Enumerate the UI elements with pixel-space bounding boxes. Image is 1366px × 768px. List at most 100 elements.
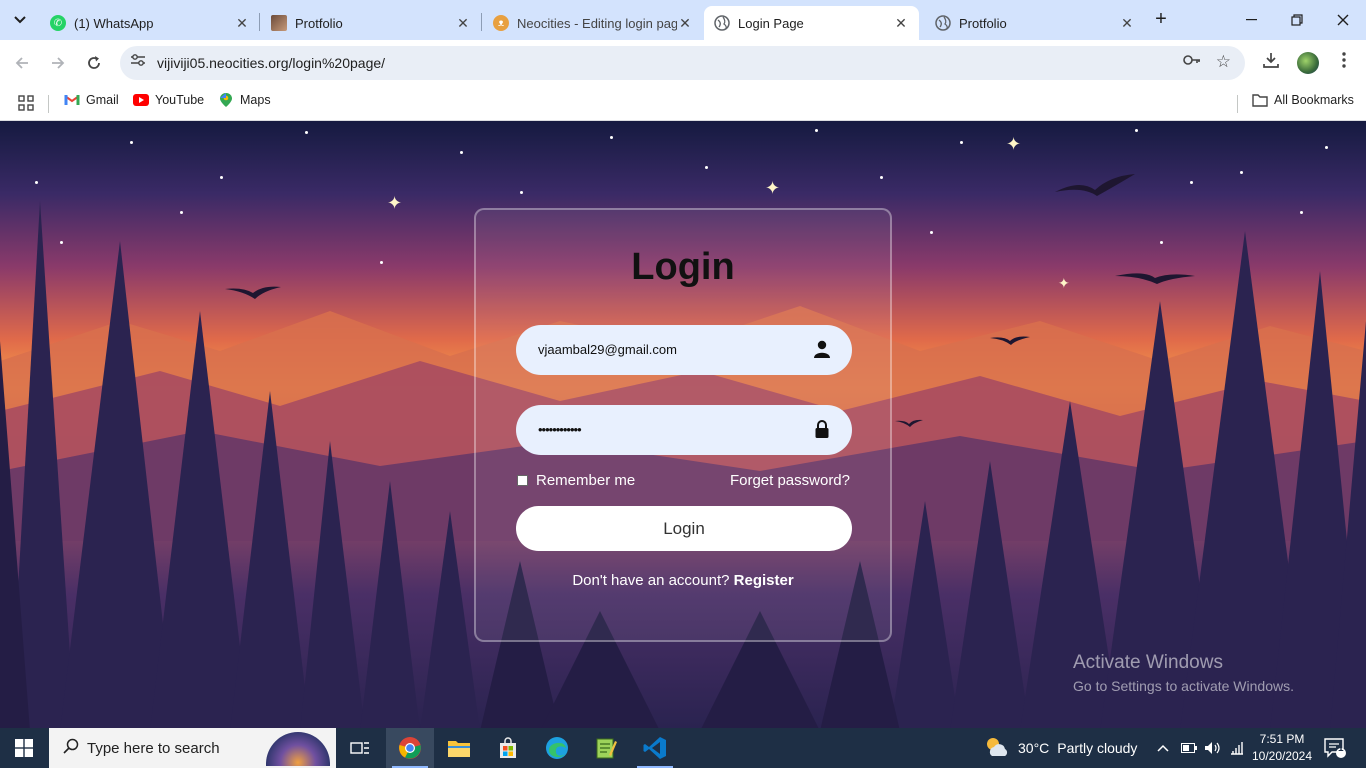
menu-kebab-icon[interactable] bbox=[1337, 51, 1351, 74]
bookmark-star-icon[interactable]: ☆ bbox=[1216, 52, 1231, 72]
portfolio-thumb-icon bbox=[271, 15, 287, 31]
lock-icon bbox=[814, 419, 830, 439]
bookmarks-bar: Gmail YouTube Maps All Bookmarks bbox=[0, 86, 1366, 121]
activate-title: Activate Windows bbox=[1073, 652, 1223, 673]
login-card: Login vjaambal29@gmail.com •••••••••••• … bbox=[474, 208, 892, 642]
login-page-viewport: ✦ ✦ ✦ ✦ Login vjaambal29@gmail.com •••••… bbox=[0, 121, 1366, 728]
battery-icon[interactable] bbox=[1181, 728, 1197, 768]
notifications-icon[interactable]: 1 bbox=[1324, 728, 1346, 768]
tab-divider bbox=[481, 13, 482, 31]
password-value[interactable]: •••••••••••• bbox=[538, 422, 582, 437]
apps-grid-icon[interactable] bbox=[18, 95, 34, 111]
login-heading: Login bbox=[631, 246, 735, 288]
minimize-icon[interactable] bbox=[1228, 0, 1274, 40]
tab-title: Login Page bbox=[738, 15, 804, 31]
tab-login-page[interactable]: Login Page ✕ bbox=[704, 6, 919, 40]
password-field[interactable]: •••••••••••• bbox=[516, 405, 852, 455]
activate-subtitle: Go to Settings to activate Windows. bbox=[1073, 678, 1294, 694]
close-tab-icon[interactable]: ✕ bbox=[1119, 15, 1135, 32]
search-placeholder: Type here to search bbox=[87, 739, 220, 757]
new-tab-plus-icon[interactable]: + bbox=[1150, 9, 1172, 31]
email-field[interactable]: vjaambal29@gmail.com bbox=[516, 325, 852, 375]
close-tab-icon[interactable]: ✕ bbox=[455, 15, 471, 32]
forget-password-link[interactable]: Forget password? bbox=[730, 472, 850, 489]
site-info-tune-icon[interactable] bbox=[128, 53, 148, 73]
globe-icon bbox=[935, 15, 951, 31]
tab-whatsapp[interactable]: ✆ (1) WhatsApp ✕ bbox=[40, 6, 260, 40]
profile-avatar[interactable] bbox=[1297, 52, 1319, 74]
weather-temp: 30°C bbox=[1018, 740, 1050, 756]
browser-toolbar: vijiviji05.neocities.org/login%20page/ ☆ bbox=[0, 40, 1366, 86]
bird-silhouette-icon bbox=[1115, 266, 1195, 292]
password-key-icon[interactable] bbox=[1183, 53, 1201, 69]
folder-icon bbox=[1252, 92, 1268, 108]
email-value[interactable]: vjaambal29@gmail.com bbox=[538, 342, 677, 357]
tab-neocities[interactable]: ᴥ Neocities - Editing login pag ✕ bbox=[483, 6, 703, 40]
tab-portfolio-1[interactable]: Protfolio ✕ bbox=[261, 6, 481, 40]
tab-title: Neocities - Editing login pag bbox=[517, 15, 677, 31]
tab-title: (1) WhatsApp bbox=[74, 15, 154, 31]
globe-icon bbox=[714, 15, 730, 31]
activate-windows-watermark: Activate Windows Go to Settings to activ… bbox=[1073, 652, 1294, 694]
forward-arrow-icon[interactable] bbox=[45, 50, 71, 76]
remember-me-checkbox[interactable] bbox=[517, 475, 528, 486]
bookmark-label: Maps bbox=[240, 93, 271, 107]
all-bookmarks-button[interactable]: All Bookmarks bbox=[1252, 92, 1354, 108]
bookmark-youtube[interactable]: YouTube bbox=[133, 92, 204, 108]
restore-icon[interactable] bbox=[1274, 0, 1320, 40]
remember-me-label: Remember me bbox=[536, 472, 636, 489]
tab-divider bbox=[259, 13, 260, 31]
weather-widget[interactable]: 30°C Partly cloudy bbox=[984, 728, 1137, 768]
notification-count-badge: 1 bbox=[1338, 743, 1344, 754]
bookmark-divider bbox=[48, 95, 49, 113]
url-text[interactable]: vijiviji05.neocities.org/login%20page/ bbox=[157, 55, 385, 71]
windows-taskbar: Type here to search 30°C Partly cloudy 7… bbox=[0, 728, 1366, 768]
back-arrow-icon[interactable] bbox=[9, 50, 35, 76]
whatsapp-icon: ✆ bbox=[50, 15, 66, 31]
address-bar[interactable]: vijiviji05.neocities.org/login%20page/ ☆ bbox=[120, 46, 1245, 80]
bird-silhouette-icon bbox=[895, 408, 923, 434]
bird-silhouette-icon bbox=[990, 326, 1030, 352]
tab-title: Protfolio bbox=[959, 15, 1007, 31]
weather-desc: Partly cloudy bbox=[1057, 740, 1138, 756]
register-prompt: Don't have an account? Register bbox=[476, 572, 890, 589]
bird-silhouette-icon bbox=[225, 281, 281, 307]
system-clock[interactable]: 7:51 PM 10/20/2024 bbox=[1242, 731, 1322, 765]
reload-icon[interactable] bbox=[81, 50, 107, 76]
bird-silhouette-icon bbox=[1055, 169, 1135, 214]
neocities-cat-icon: ᴥ bbox=[493, 15, 509, 31]
notepad-plus-icon[interactable] bbox=[582, 728, 630, 768]
bookmark-label: Gmail bbox=[86, 93, 119, 107]
no-account-text: Don't have an account? bbox=[572, 572, 730, 589]
remember-me-row[interactable]: Remember me bbox=[517, 472, 635, 489]
tab-search-chevron-icon[interactable] bbox=[8, 8, 32, 32]
tab-title: Protfolio bbox=[295, 15, 343, 31]
close-window-icon[interactable] bbox=[1320, 0, 1366, 40]
register-link[interactable]: Register bbox=[734, 572, 794, 589]
close-tab-icon[interactable]: ✕ bbox=[677, 15, 693, 32]
close-tab-icon[interactable]: ✕ bbox=[234, 15, 250, 32]
login-button[interactable]: Login bbox=[516, 506, 852, 551]
bookmark-maps[interactable]: Maps bbox=[218, 92, 271, 108]
user-icon bbox=[814, 339, 830, 359]
bookmark-gmail[interactable]: Gmail bbox=[64, 92, 119, 108]
bookmark-label: YouTube bbox=[155, 93, 205, 107]
clock-date: 10/20/2024 bbox=[1251, 749, 1313, 763]
maps-icon bbox=[218, 92, 234, 108]
search-highlight-image bbox=[266, 732, 330, 766]
file-explorer-icon[interactable] bbox=[435, 728, 483, 768]
windows-start-icon[interactable] bbox=[0, 728, 48, 768]
tab-portfolio-2[interactable]: Protfolio ✕ bbox=[925, 6, 1145, 40]
speaker-icon[interactable] bbox=[1204, 728, 1222, 768]
task-view-icon[interactable] bbox=[336, 728, 384, 768]
chrome-taskbar-icon[interactable] bbox=[386, 728, 434, 768]
show-hidden-icons-chevron-icon[interactable] bbox=[1157, 728, 1169, 768]
microsoft-store-icon[interactable] bbox=[484, 728, 532, 768]
vscode-icon[interactable] bbox=[631, 728, 679, 768]
edge-icon[interactable] bbox=[533, 728, 581, 768]
gmail-icon bbox=[64, 92, 80, 108]
download-icon[interactable] bbox=[1262, 51, 1280, 74]
close-tab-icon[interactable]: ✕ bbox=[893, 15, 909, 32]
search-icon bbox=[61, 738, 81, 758]
taskbar-search-box[interactable]: Type here to search bbox=[49, 728, 336, 768]
